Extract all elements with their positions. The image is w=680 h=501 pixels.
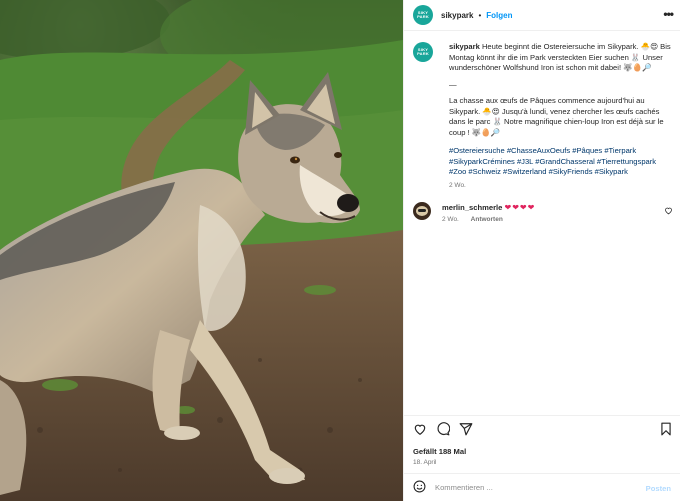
reply-button[interactable]: Antworten: [471, 216, 503, 223]
post-actions: Gefällt 188 Mal 18. April: [404, 415, 680, 473]
heart-icon[interactable]: [413, 422, 427, 438]
post-caption: SIKY PARK sikypark Heute beginnt die Ost…: [413, 42, 673, 191]
caption-time-ago: 2 Wo.: [449, 181, 466, 189]
commenter-avatar[interactable]: [413, 202, 431, 220]
more-options-icon[interactable]: •••: [663, 7, 674, 21]
avatar-logo-text: SIKY PARK: [417, 10, 429, 19]
wolfdog-photo: [0, 0, 403, 501]
comment-composer: Posten: [404, 473, 680, 501]
caption-username[interactable]: sikypark: [449, 42, 480, 51]
post-side-panel: SIKY PARK sikypark • Folgen ••• SIKY PAR…: [403, 0, 680, 501]
comment-text: ❤❤❤❤: [504, 203, 536, 212]
instagram-post-view: SIKY PARK sikypark • Folgen ••• SIKY PAR…: [0, 0, 680, 501]
comment-item: merlin_schmerle ❤❤❤❤ 2 Wo. Antworten: [413, 202, 673, 223]
caption-text-fr: La chasse aux œufs de Pâques commence au…: [449, 96, 664, 137]
comment-icon[interactable]: [436, 422, 451, 438]
likes-count[interactable]: Gefällt 188 Mal: [413, 447, 466, 456]
comment-like-heart-icon[interactable]: [664, 206, 673, 217]
bookmark-icon[interactable]: [660, 422, 672, 438]
avatar-logo-text: SIKY PARK: [417, 47, 429, 56]
comment-username[interactable]: merlin_schmerle: [442, 203, 502, 212]
share-icon[interactable]: [459, 422, 473, 438]
author-username[interactable]: sikypark: [441, 11, 473, 20]
post-header: SIKY PARK sikypark • Folgen •••: [404, 0, 680, 31]
caption-separator-line: —: [449, 79, 457, 89]
follow-button[interactable]: Folgen: [486, 11, 512, 20]
comment-time-ago: 2 Wo.: [442, 216, 459, 223]
caption-hashtags[interactable]: #Ostereiersuche #ChasseAuxOeufs #Pâques …: [449, 146, 673, 178]
header-separator: •: [478, 10, 482, 20]
emoji-icon[interactable]: [413, 480, 426, 495]
comments-scroll-area[interactable]: SIKY PARK sikypark Heute beginnt die Ost…: [404, 32, 680, 415]
caption-author-avatar[interactable]: SIKY PARK: [413, 42, 433, 62]
comment-input[interactable]: [435, 483, 635, 492]
post-comment-button[interactable]: Posten: [646, 484, 671, 493]
post-date: 18. April: [413, 459, 437, 466]
caption-text-block: sikypark Heute beginnt die Ostereiersuch…: [449, 42, 673, 191]
author-avatar[interactable]: SIKY PARK: [413, 5, 433, 25]
post-photo[interactable]: [0, 0, 403, 501]
caption-text-de: Heute beginnt die Ostereiersuche im Siky…: [449, 42, 671, 72]
